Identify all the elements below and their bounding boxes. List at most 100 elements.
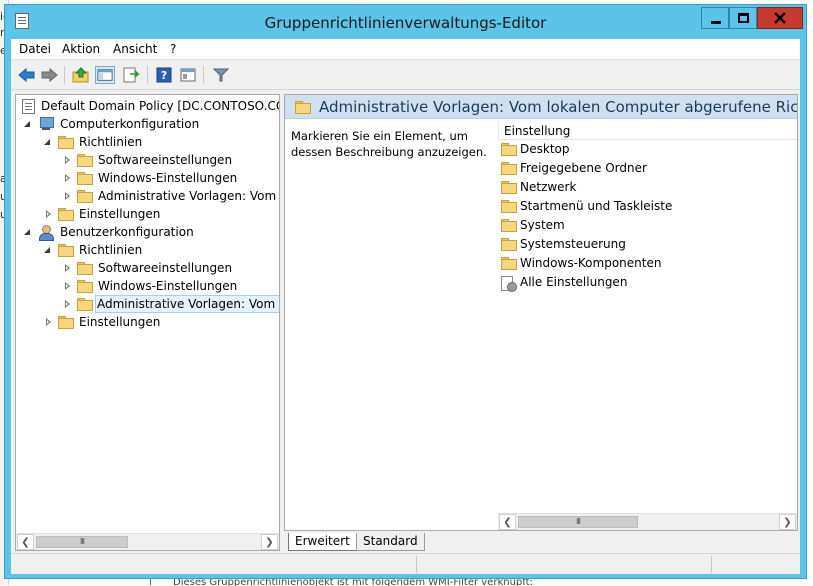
tree-pane[interactable]: Default Domain Policy [DC.CONTOSO.COM] C… [15,94,280,551]
toolbar-separator [203,66,204,84]
forward-arrow-icon[interactable] [39,66,59,84]
description-text: Markieren Sie ein Element, um dessen Bes… [291,129,487,159]
folder-icon [501,219,517,232]
svg-text:?: ? [161,69,167,82]
scroll-right-button[interactable]: ❯ [779,514,796,530]
tree-label: Windows-Einstellungen [98,279,238,293]
menu-aktion[interactable]: Aktion [62,42,100,56]
close-icon [774,12,786,24]
maximize-button[interactable] [729,7,757,29]
back-arrow-icon[interactable] [17,66,37,84]
scroll-thumb[interactable]: III [518,516,638,528]
folder-icon [77,262,93,275]
list-item-label: System [520,218,565,232]
scroll-thumb[interactable]: III [36,536,128,548]
menu-datei[interactable]: Datei [19,42,51,56]
show-hide-tree-icon[interactable] [95,66,115,84]
details-title: Administrative Vorlagen: Vom lokalen Com… [319,98,798,116]
tab-erweitert[interactable]: Erweitert [288,533,357,551]
expand-arrow-icon[interactable] [45,210,53,218]
tree-item-user[interactable]: Benutzerkonfiguration [16,223,279,241]
tree-item-computer-software[interactable]: Softwareeinstellungen [16,151,279,169]
tree-item-computer-windows[interactable]: Windows-Einstellungen [16,169,279,187]
window-title: Gruppenrichtlinienverwaltungs-Editor [264,14,547,32]
tree-item-root[interactable]: Default Domain Policy [DC.CONTOSO.COM] [16,97,279,115]
list-item-label: Netzwerk [520,180,577,194]
tree-label: Richtlinien [79,243,143,257]
scroll-left-button[interactable]: ❮ [499,514,516,530]
tree-label: Richtlinien [79,135,143,149]
help-icon[interactable]: ? [154,66,174,84]
status-bar [11,553,800,574]
details-horizontal-scrollbar[interactable]: ❮ III ❯ [498,513,797,530]
tree-label: Benutzerkonfiguration [60,225,194,239]
expand-arrow-icon[interactable] [64,300,72,308]
folder-icon [501,143,517,156]
collapse-arrow-icon[interactable] [44,246,52,254]
folder-icon [501,181,517,194]
folder-icon [77,190,93,203]
expand-arrow-icon[interactable] [64,282,72,290]
editor-window: Gruppenrichtlinienverwaltungs-Editor Dat… [4,4,807,579]
folder-icon [77,172,93,185]
expand-arrow-icon[interactable] [64,264,72,272]
expand-arrow-icon[interactable] [64,192,72,200]
user-icon [38,225,54,241]
folder-icon [58,136,74,149]
details-header: Administrative Vorlagen: Vom lokalen Com… [285,95,798,119]
status-separator [711,556,712,573]
toolbar-separator [147,66,148,84]
up-folder-icon[interactable] [71,66,91,84]
export-list-icon[interactable] [121,66,141,84]
expand-arrow-icon[interactable] [64,156,72,164]
tree-item-user-admin[interactable]: Administrative Vorlagen: Vom loka [16,295,279,313]
folder-icon [501,200,517,213]
folder-icon [501,238,517,251]
list-item-label: Systemsteuerung [520,237,626,251]
list-item-label: Windows-Komponenten [520,256,662,270]
tab-standard[interactable]: Standard [356,533,425,551]
menu-bar: Datei Aktion Ansicht ? [11,39,800,60]
tree-item-user-richtlinien[interactable]: Richtlinien [16,241,279,259]
folder-icon [58,244,74,257]
expand-arrow-icon[interactable] [64,174,72,182]
tree-item-user-windows[interactable]: Windows-Einstellungen [16,277,279,295]
policy-document-icon [22,99,35,114]
folder-icon [58,208,74,221]
tree-item-computer-richtlinien[interactable]: Richtlinien [16,133,279,151]
collapse-arrow-icon[interactable] [24,120,32,128]
folder-icon [295,101,311,114]
all-settings-icon [501,275,517,292]
minimize-icon [711,21,721,24]
expand-arrow-icon[interactable] [45,318,53,326]
list-item-label: Desktop [520,142,570,156]
collapse-arrow-icon[interactable] [44,138,52,146]
view-tabs: Erweitert Standard [284,533,798,551]
tree-item-computer-admin[interactable]: Administrative Vorlagen: Vom lokal [16,187,279,205]
tree-item-computer[interactable]: Computerkonfiguration [16,115,279,133]
properties-icon[interactable] [178,66,198,84]
menu-ansicht[interactable]: Ansicht [113,42,157,56]
tree-label: Administrative Vorlagen: Vom loka [95,295,279,313]
collapse-arrow-icon[interactable] [24,228,32,236]
title-bar[interactable]: Gruppenrichtlinienverwaltungs-Editor [5,5,806,39]
tree-label: Administrative Vorlagen: Vom lokal [98,189,279,203]
toolbar: ? [11,60,800,90]
scroll-right-button[interactable]: ❯ [261,534,278,550]
status-separator [416,556,417,573]
tree-item-user-einstellungen[interactable]: Einstellungen [16,313,279,331]
filter-icon[interactable] [211,66,231,84]
scroll-left-button[interactable]: ❮ [17,534,34,550]
tree-label: Computerkonfiguration [60,117,200,131]
menu-help[interactable]: ? [170,42,176,56]
tree-item-computer-einstellungen[interactable]: Einstellungen [16,205,279,223]
column-header-einstellung[interactable]: Einstellung [498,122,797,140]
minimize-button[interactable] [701,7,729,29]
tree-item-user-software[interactable]: Softwareeinstellungen [16,259,279,277]
close-button[interactable] [757,7,803,29]
tree-horizontal-scrollbar[interactable]: ❮ III ❯ [16,533,279,550]
toolbar-separator [64,66,65,84]
tree-label: Windows-Einstellungen [98,171,238,185]
list-item-label: Alle Einstellungen [520,275,628,289]
details-pane: Administrative Vorlagen: Vom lokalen Com… [284,94,798,531]
